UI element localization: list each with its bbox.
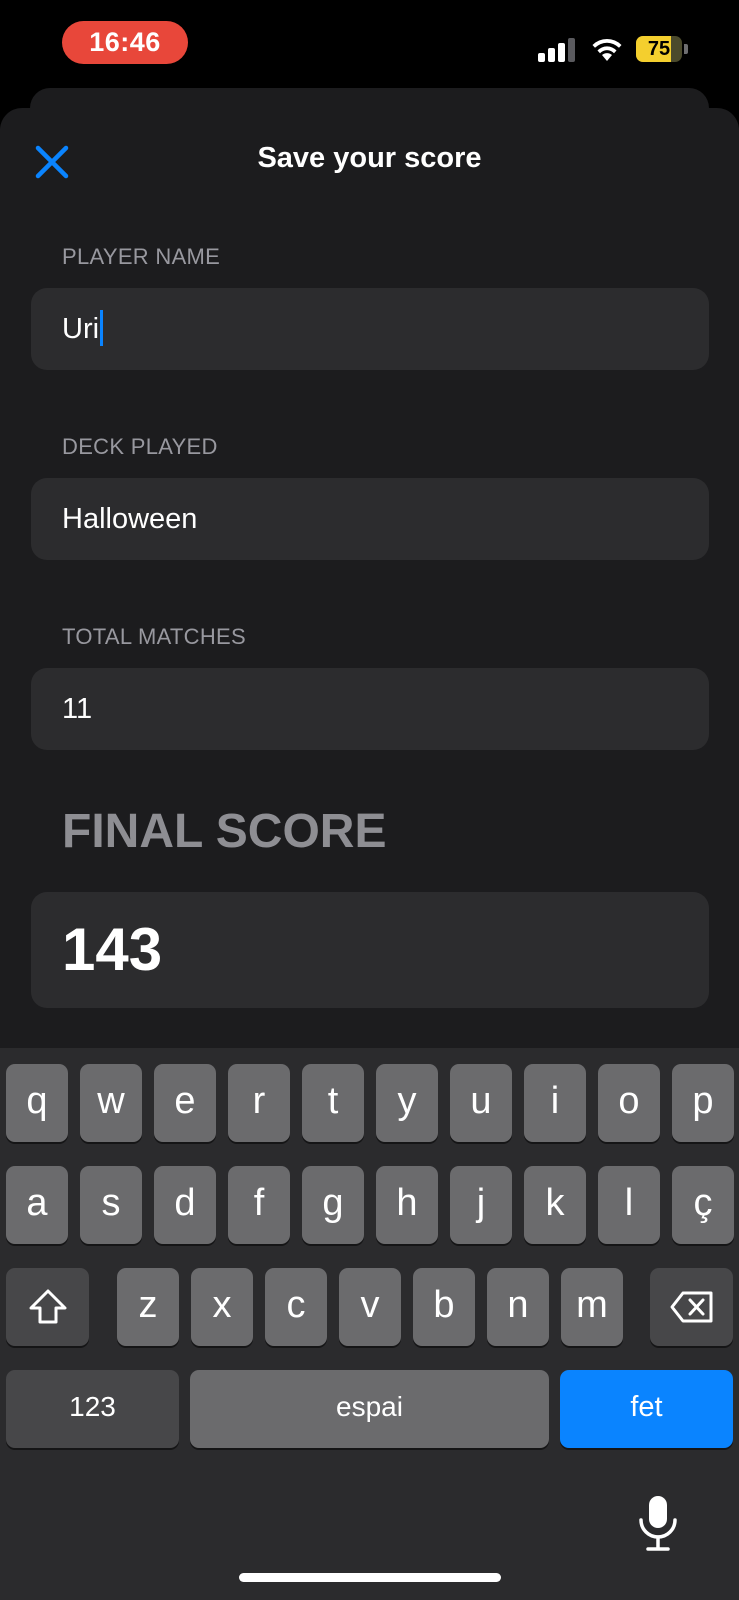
delete-key[interactable] — [650, 1268, 733, 1346]
player-name-field[interactable]: Uri — [31, 288, 709, 370]
keyboard: qwertyuiop asdfghjklç zxcvbnm 123 espai … — [0, 1048, 739, 1600]
key-k[interactable]: k — [524, 1166, 586, 1244]
deck-played-label: DECK PLAYED — [62, 434, 218, 459]
key-b[interactable]: b — [413, 1268, 475, 1346]
key-t[interactable]: t — [302, 1064, 364, 1142]
total-matches-value: 11 — [62, 693, 93, 725]
deck-played-value: Halloween — [62, 503, 198, 535]
space-key[interactable]: espai — [190, 1370, 549, 1448]
battery-icon: 75 — [636, 36, 688, 62]
key-w[interactable]: w — [80, 1064, 142, 1142]
status-time: 16:46 — [62, 21, 188, 64]
home-indicator — [239, 1573, 501, 1582]
delete-icon — [670, 1291, 712, 1323]
key-y[interactable]: y — [376, 1064, 438, 1142]
key-q[interactable]: q — [6, 1064, 68, 1142]
key-h[interactable]: h — [376, 1166, 438, 1244]
numbers-key[interactable]: 123 — [6, 1370, 179, 1448]
key-e[interactable]: e — [154, 1064, 216, 1142]
microphone-icon[interactable] — [638, 1494, 678, 1552]
final-score-field: 143 — [31, 892, 709, 1008]
key-f[interactable]: f — [228, 1166, 290, 1244]
key-a[interactable]: a — [6, 1166, 68, 1244]
done-key[interactable]: fet — [560, 1370, 733, 1448]
key-d[interactable]: d — [154, 1166, 216, 1244]
key-u[interactable]: u — [450, 1064, 512, 1142]
status-bar: 16:46 75 — [0, 0, 739, 90]
key-n[interactable]: n — [487, 1268, 549, 1346]
total-matches-label: TOTAL MATCHES — [62, 624, 246, 649]
shift-key[interactable] — [6, 1268, 89, 1346]
key-s[interactable]: s — [80, 1166, 142, 1244]
player-name-label: PLAYER NAME — [62, 244, 221, 269]
deck-played-field[interactable]: Halloween — [31, 478, 709, 560]
key-r[interactable]: r — [228, 1064, 290, 1142]
key-c[interactable]: c — [265, 1268, 327, 1346]
key-p[interactable]: p — [672, 1064, 734, 1142]
text-cursor — [100, 310, 104, 347]
final-score-label: FINAL SCORE — [62, 805, 387, 858]
final-score-value: 143 — [62, 916, 163, 983]
key-z[interactable]: z — [117, 1268, 179, 1346]
player-name-value: Uri — [62, 313, 100, 345]
key-o[interactable]: o — [598, 1064, 660, 1142]
sheet-title: Save your score — [257, 142, 482, 174]
key-x[interactable]: x — [191, 1268, 253, 1346]
key-l[interactable]: l — [598, 1166, 660, 1244]
key-i[interactable]: i — [524, 1064, 586, 1142]
key-ç[interactable]: ç — [672, 1166, 734, 1244]
key-v[interactable]: v — [339, 1268, 401, 1346]
wifi-icon — [592, 38, 622, 61]
cellular-signal-icon — [538, 38, 578, 62]
shift-icon — [29, 1289, 66, 1324]
key-g[interactable]: g — [302, 1166, 364, 1244]
key-m[interactable]: m — [561, 1268, 623, 1346]
key-j[interactable]: j — [450, 1166, 512, 1244]
battery-level: 75 — [647, 38, 671, 60]
total-matches-field[interactable]: 11 — [31, 668, 709, 750]
